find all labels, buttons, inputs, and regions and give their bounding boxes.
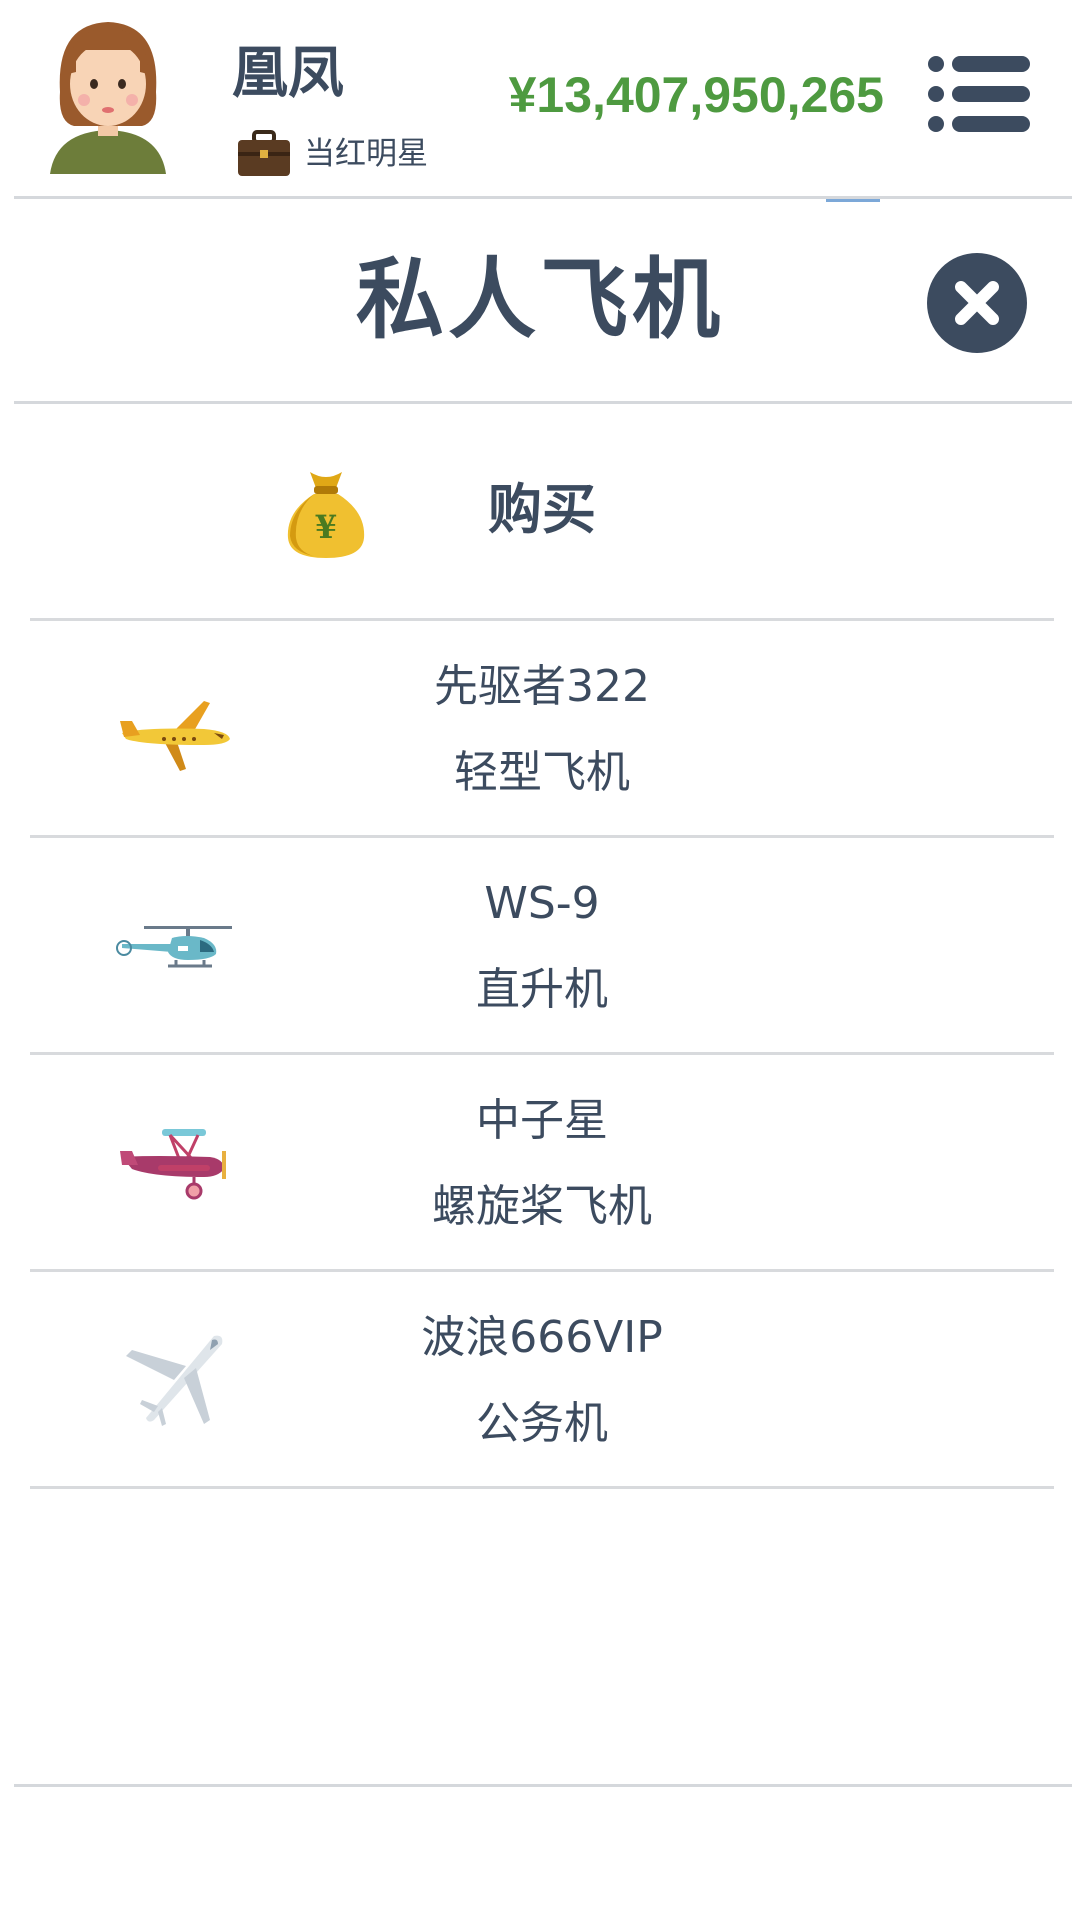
- aircraft-type: 螺旋桨飞机: [432, 1181, 652, 1232]
- aircraft-item-2[interactable]: WS-9 直升机: [30, 838, 1054, 1052]
- aircraft-name: 中子星: [476, 1095, 608, 1146]
- buy-label: 购买: [488, 478, 596, 541]
- header-divider: [14, 196, 1072, 199]
- menu-icon[interactable]: [926, 54, 1030, 134]
- aircraft-type: 轻型飞机: [454, 747, 630, 798]
- avatar[interactable]: [46, 14, 170, 178]
- title-bar: 私人飞机: [0, 200, 1080, 402]
- bottom-divider: [14, 1784, 1072, 1787]
- aircraft-item-4[interactable]: 波浪666VIP 公务机: [30, 1272, 1054, 1486]
- aircraft-name: WS-9: [484, 878, 600, 929]
- player-header: 凰凤 当红明星 ¥13,407,950,265: [0, 0, 1080, 197]
- aircraft-name: 波浪666VIP: [421, 1312, 663, 1363]
- aircraft-type: 直升机: [476, 964, 608, 1015]
- aircraft-name: 先驱者322: [434, 661, 650, 712]
- buy-button[interactable]: ¥ 购买: [30, 404, 1054, 618]
- row-divider: [30, 1486, 1054, 1489]
- job-info: 当红明星: [236, 128, 428, 180]
- player-name: 凰凤: [232, 41, 344, 106]
- aircraft-item-3[interactable]: 中子星 螺旋桨飞机: [30, 1055, 1054, 1269]
- game-screen: 凰凤 当红明星 ¥13,407,950,265 私人飞机 ¥ 购买 先驱者322…: [0, 0, 1080, 1920]
- close-button[interactable]: [926, 252, 1028, 354]
- money-balance: ¥13,407,950,265: [508, 67, 884, 123]
- job-title: 当红明星: [304, 136, 428, 172]
- page-title: 私人飞机: [355, 248, 724, 351]
- aircraft-item-1[interactable]: 先驱者322 轻型飞机: [30, 621, 1054, 835]
- briefcase-icon: [238, 130, 290, 176]
- aircraft-type: 公务机: [476, 1398, 608, 1449]
